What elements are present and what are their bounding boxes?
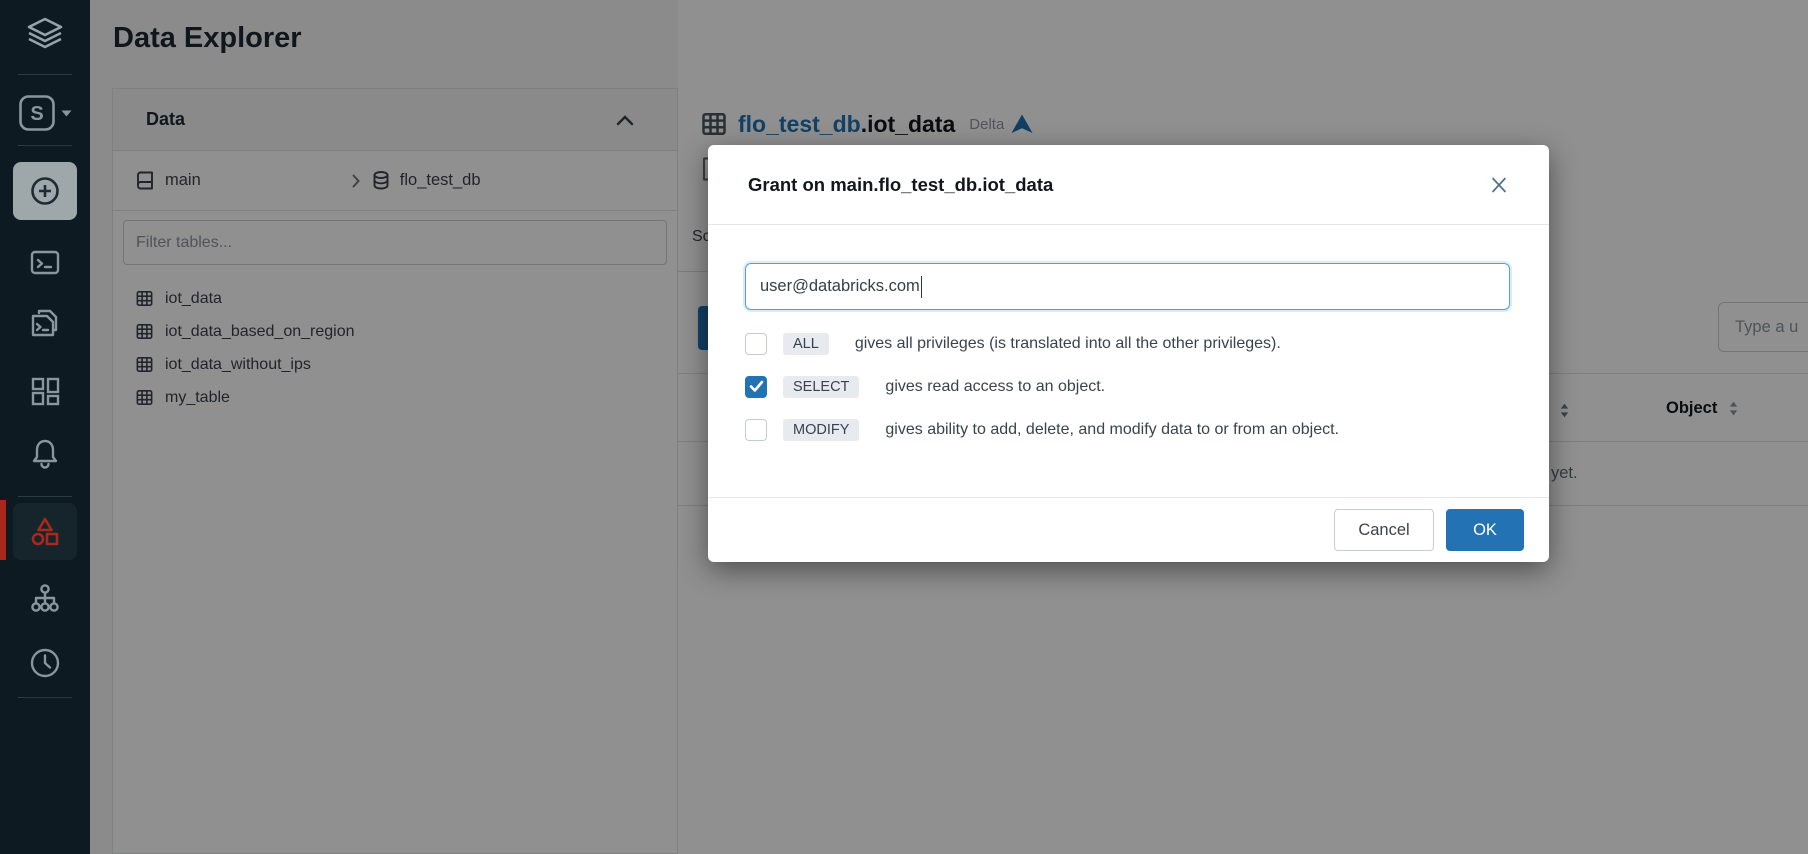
modal-footer: Cancel OK: [708, 497, 1549, 562]
data-explorer-icon: [27, 514, 63, 550]
grantee-input-value: user@databricks.com: [760, 277, 920, 296]
close-button[interactable]: [1485, 171, 1513, 199]
sidebar-item-alerts[interactable]: [0, 430, 90, 476]
bell-icon: [28, 436, 62, 470]
privilege-badge: SELECT: [783, 376, 859, 398]
text-cursor: [921, 276, 923, 298]
privilege-description: gives all privileges (is translated into…: [855, 335, 1281, 353]
active-indicator-bar: [0, 500, 6, 560]
sidebar-item-dashboards[interactable]: [0, 368, 90, 414]
privilege-description: gives read access to an object.: [885, 378, 1105, 396]
workspace-s-icon: S: [18, 94, 56, 132]
sidebar-item-new[interactable]: [13, 162, 77, 220]
sidebar: S: [0, 0, 90, 854]
plus-circle-icon: [29, 175, 61, 207]
stack-logo-icon: [23, 14, 67, 58]
grant-modal: Grant on main.flo_test_db.iot_data user@…: [708, 145, 1549, 562]
privilege-row-all: ALL gives all privileges (is translated …: [745, 330, 1510, 357]
modal-body: user@databricks.com ALL gives all privil…: [708, 225, 1549, 443]
modal-title: Grant on main.flo_test_db.iot_data: [748, 174, 1053, 196]
sidebar-item-queries[interactable]: [0, 300, 90, 346]
select-checkbox[interactable]: [745, 376, 767, 398]
databricks-logo[interactable]: [0, 12, 90, 60]
workspace-switcher[interactable]: S: [0, 90, 90, 136]
sidebar-item-workflows[interactable]: [0, 576, 90, 622]
sidebar-divider: [18, 74, 72, 75]
chevron-down-icon: [61, 110, 72, 117]
privilege-row-select: SELECT gives read access to an object.: [745, 373, 1510, 400]
workflows-icon: [28, 582, 62, 616]
ok-button[interactable]: OK: [1446, 509, 1524, 551]
svg-text:S: S: [30, 103, 43, 125]
sidebar-item-sql-editor[interactable]: [0, 240, 90, 284]
modal-header: Grant on main.flo_test_db.iot_data: [708, 145, 1549, 225]
cancel-button[interactable]: Cancel: [1334, 509, 1434, 551]
sidebar-divider: [18, 496, 72, 497]
sidebar-divider: [18, 145, 72, 146]
privilege-row-modify: MODIFY gives ability to add, delete, and…: [745, 416, 1510, 443]
privilege-badge: MODIFY: [783, 419, 859, 441]
sidebar-divider: [18, 697, 72, 698]
privilege-badge: ALL: [783, 333, 829, 355]
privilege-description: gives ability to add, delete, and modify…: [885, 421, 1339, 439]
queries-icon: [28, 306, 62, 340]
dashboards-icon: [29, 375, 61, 407]
grantee-input[interactable]: user@databricks.com: [745, 263, 1510, 310]
sidebar-item-history[interactable]: [0, 640, 90, 686]
modify-checkbox[interactable]: [745, 419, 767, 441]
close-icon: [1489, 175, 1509, 195]
all-checkbox[interactable]: [745, 333, 767, 355]
privilege-list: ALL gives all privileges (is translated …: [745, 330, 1510, 443]
sql-editor-icon: [29, 246, 61, 278]
clock-icon: [28, 646, 62, 680]
sidebar-item-data[interactable]: [13, 503, 77, 560]
check-icon: [749, 380, 764, 393]
